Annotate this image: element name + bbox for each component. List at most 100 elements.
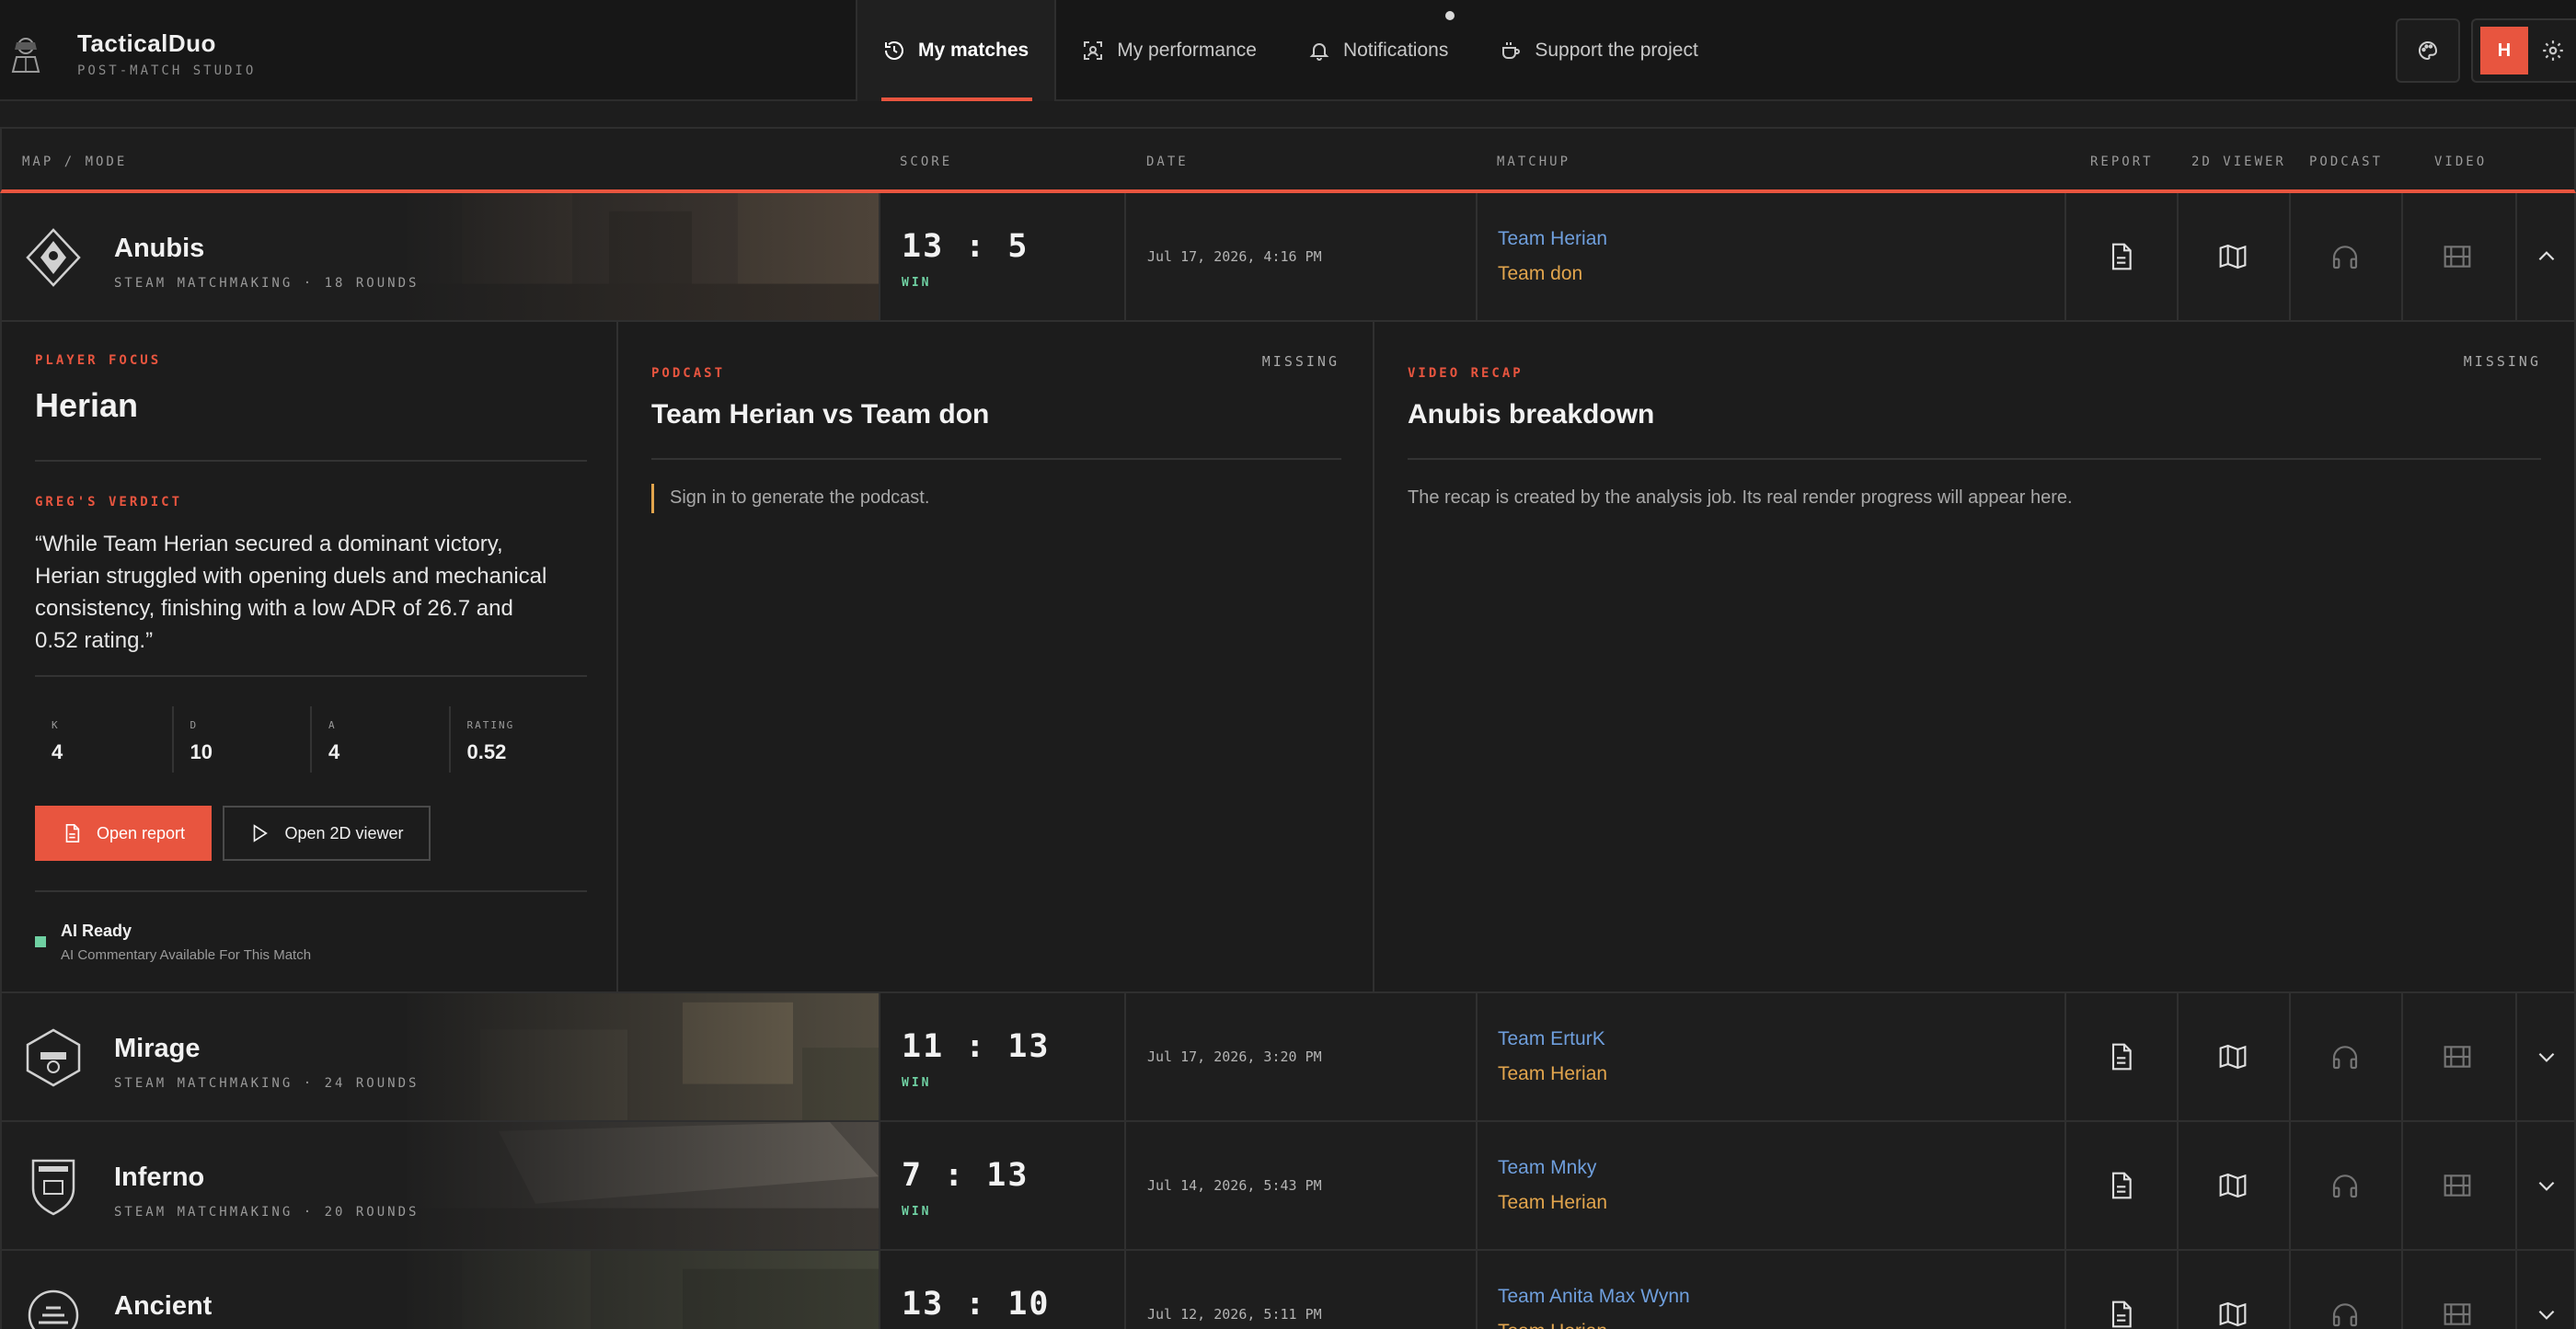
open-2d-viewer-button[interactable]: Open 2D viewer <box>223 806 431 861</box>
match-date: Jul 14, 2026, 5:43 PM <box>1147 1177 1322 1194</box>
chevron-down-icon <box>2538 1310 2555 1320</box>
map-icon <box>2219 1044 2247 1070</box>
podcast-button[interactable] <box>2289 1122 2399 1249</box>
ai-status-indicator <box>35 936 46 947</box>
map-name: Ancient <box>114 1291 213 1321</box>
table-header: MAP / MODE SCORE DATE MATCHUP REPORT 2D … <box>0 129 2576 193</box>
2d-viewer-button[interactable] <box>2177 993 2287 1120</box>
map-icon <box>2219 244 2247 269</box>
map-name: Anubis <box>114 234 205 263</box>
col-score: SCORE <box>900 155 953 169</box>
podcast-status: MISSING <box>1261 353 1340 370</box>
stat-assists: A 4 <box>310 706 449 773</box>
main-nav: My matches My performance Notifications … <box>856 0 1724 101</box>
headphones-icon <box>2332 1174 2358 1198</box>
anubis-map-icon <box>26 228 81 287</box>
team-a-link[interactable]: Team Anita Max Wynn <box>1498 1286 1690 1308</box>
team-a-link[interactable]: Team ErturK <box>1498 1028 1605 1050</box>
map-mode: STEAM MATCHMAKING · 20 ROUNDS <box>114 1205 420 1220</box>
film-icon <box>2444 1303 2471 1325</box>
video-button[interactable] <box>2401 993 2512 1120</box>
nav-my-matches[interactable]: My matches <box>856 0 1057 101</box>
chevron-down-icon <box>2538 1052 2555 1062</box>
match-result: WIN <box>902 276 932 290</box>
avatar[interactable]: H <box>2480 27 2528 74</box>
2d-viewer-button[interactable] <box>2177 1122 2287 1249</box>
player-focus-label: PLAYER FOCUS <box>35 353 162 368</box>
nav-label: Support the project <box>1535 40 1698 61</box>
film-icon <box>2444 1174 2471 1197</box>
video-recap-panel: VIDEO RECAP MISSING Anubis breakdown The… <box>1374 322 2574 991</box>
nav-label: My performance <box>1117 40 1257 61</box>
video-recap-title: Anubis breakdown <box>1408 399 1655 430</box>
table-row[interactable]: Mirage STEAM MATCHMAKING · 24 ROUNDS 11 … <box>0 993 2576 1122</box>
table-row[interactable]: Inferno STEAM MATCHMAKING · 20 ROUNDS 7 … <box>0 1122 2576 1251</box>
podcast-note-accent <box>651 484 654 513</box>
podcast-panel: PODCAST MISSING Team Herian vs Team don … <box>618 322 1374 991</box>
report-button[interactable] <box>2064 993 2175 1120</box>
expand-button[interactable] <box>2515 1122 2576 1249</box>
nav-support[interactable]: Support the project <box>1474 0 1723 101</box>
document-icon <box>2111 243 2132 270</box>
map-cell: Mirage STEAM MATCHMAKING · 24 ROUNDS <box>2 993 879 1120</box>
podcast-button[interactable] <box>2289 193 2399 320</box>
table-row[interactable]: Ancient 13 : 10 Jul 12, 2026, 5:11 PM Te… <box>0 1251 2576 1329</box>
document-icon <box>2111 1300 2132 1328</box>
stat-rating: RATING 0.52 <box>448 706 588 773</box>
coffee-icon <box>1502 42 1521 59</box>
theme-button[interactable] <box>2396 18 2460 83</box>
video-button[interactable] <box>2401 1251 2512 1329</box>
podcast-button[interactable] <box>2289 1251 2399 1329</box>
team-b-link[interactable]: Team Herian <box>1498 1321 1607 1329</box>
match-date: Jul 17, 2026, 4:16 PM <box>1147 248 1322 265</box>
map-name: Inferno <box>114 1163 205 1192</box>
team-b-link[interactable]: Team don <box>1498 263 1582 285</box>
mirage-map-icon <box>26 1028 81 1087</box>
video-button[interactable] <box>2401 193 2512 320</box>
nav-my-performance[interactable]: My performance <box>1056 0 1282 101</box>
expand-button[interactable] <box>2515 993 2576 1120</box>
matches-table: MAP / MODE SCORE DATE MATCHUP REPORT 2D … <box>0 127 2576 1329</box>
bell-icon <box>1309 43 1329 61</box>
brand[interactable]: TacticalDuo POST-MATCH STUDIO <box>9 28 256 78</box>
team-a-link[interactable]: Team Mnky <box>1498 1157 1596 1179</box>
table-row[interactable]: Anubis STEAM MATCHMAKING · 18 ROUNDS 13 … <box>0 193 2576 322</box>
podcast-title: Team Herian vs Team don <box>651 399 990 430</box>
palette-icon <box>2419 40 2438 61</box>
match-result: WIN <box>902 1076 932 1090</box>
gear-icon[interactable] <box>2541 39 2565 63</box>
open-report-button[interactable]: Open report <box>35 806 212 861</box>
report-button[interactable] <box>2064 193 2175 320</box>
inferno-map-icon <box>31 1159 75 1216</box>
map-cell: Inferno STEAM MATCHMAKING · 20 ROUNDS <box>2 1122 879 1249</box>
expand-button[interactable] <box>2515 1251 2576 1329</box>
chevron-down-icon <box>2538 1181 2555 1191</box>
2d-viewer-button[interactable] <box>2177 1251 2287 1329</box>
collapse-button[interactable] <box>2515 193 2576 320</box>
col-map-mode: MAP / MODE <box>22 155 128 169</box>
col-matchup: MATCHUP <box>1497 155 1571 169</box>
app-subtitle: POST-MATCH STUDIO <box>77 63 257 78</box>
report-button[interactable] <box>2064 1251 2175 1329</box>
video-button[interactable] <box>2401 1122 2512 1249</box>
report-button[interactable] <box>2064 1122 2175 1249</box>
map-cell: Ancient <box>2 1251 879 1329</box>
ai-status-subtitle: AI Commentary Available For This Match <box>61 947 312 963</box>
col-date: DATE <box>1146 155 1189 169</box>
2d-viewer-button[interactable] <box>2177 193 2287 320</box>
team-b-link[interactable]: Team Herian <box>1498 1063 1607 1085</box>
team-b-link[interactable]: Team Herian <box>1498 1192 1607 1214</box>
headphones-icon <box>2332 1046 2358 1070</box>
match-score: 13 : 10 <box>902 1286 1051 1323</box>
podcast-button[interactable] <box>2289 993 2399 1120</box>
headphones-icon <box>2332 246 2358 269</box>
team-a-link[interactable]: Team Herian <box>1498 228 1607 250</box>
player-focus-panel: PLAYER FOCUS Herian GREG'S VERDICT “Whil… <box>2 322 618 991</box>
match-result: WIN <box>902 1205 932 1219</box>
document-icon <box>65 824 80 842</box>
map-icon <box>2219 1173 2247 1198</box>
play-icon <box>254 824 269 842</box>
user-menu[interactable]: H <box>2471 18 2576 83</box>
match-score: 13 : 5 <box>902 228 1029 265</box>
player-name: Herian <box>35 386 139 424</box>
